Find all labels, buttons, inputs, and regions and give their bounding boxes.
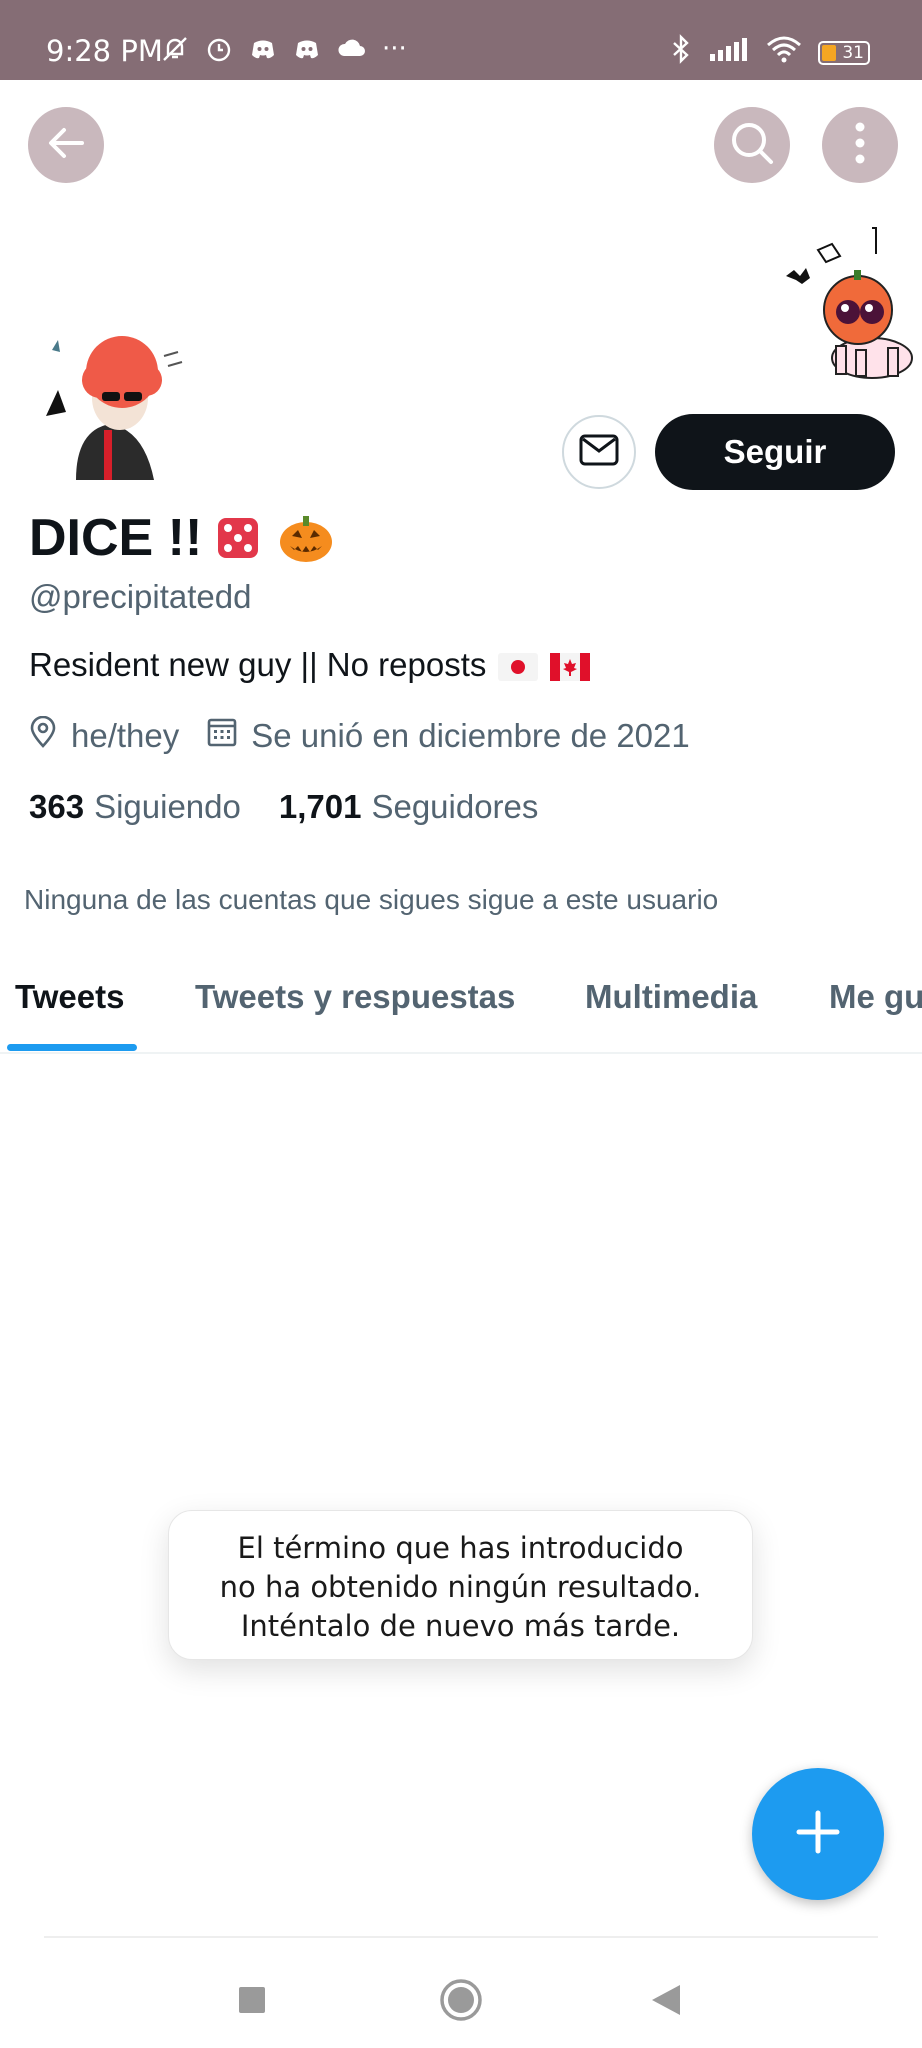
user-handle: @precipitatedd xyxy=(29,578,252,615)
jack-o-lantern-icon xyxy=(278,512,333,564)
active-tab-indicator xyxy=(7,1044,137,1051)
discord-icon xyxy=(292,34,322,71)
follow-button[interactable]: Seguir xyxy=(655,414,895,490)
compose-tweet-button[interactable] xyxy=(752,1768,884,1900)
game-die-icon xyxy=(214,512,266,564)
alarm-icon xyxy=(204,34,234,71)
following-count[interactable]: 363 xyxy=(29,788,84,826)
battery-level: 31 xyxy=(842,42,864,63)
muted-bell-icon xyxy=(160,34,190,71)
pronouns-item: he/they xyxy=(29,715,180,756)
toast-line-1: El término que has introducido xyxy=(237,1531,684,1565)
toast-line-3: Inténtalo de nuevo más tarde. xyxy=(240,1609,681,1643)
system-nav-bar xyxy=(0,1940,922,2048)
more-vertical-icon xyxy=(854,121,866,170)
tab-likes[interactable]: Me gu xyxy=(829,978,922,1016)
avatar[interactable] xyxy=(30,320,190,480)
more-options-button[interactable] xyxy=(822,107,898,183)
tab-media[interactable]: Multimedia xyxy=(585,978,757,1016)
triangle-back-icon xyxy=(650,1983,682,2022)
recents-button[interactable] xyxy=(222,1972,282,2032)
status-bar: 9:28 PM ··· 31 xyxy=(0,0,922,80)
bio: Resident new guy || No reposts xyxy=(29,646,591,684)
display-name: DICE !! xyxy=(29,508,333,568)
mutual-followers-note: Ninguna de las cuentas que sigues sigue … xyxy=(24,884,719,915)
following-label[interactable]: Siguiendo xyxy=(94,788,241,826)
tab-tweets-replies[interactable]: Tweets y respuestas xyxy=(195,978,515,1016)
display-name-text: DICE !! xyxy=(29,509,203,567)
discord-icon xyxy=(248,34,278,71)
signal-icon xyxy=(708,36,750,69)
home-button[interactable] xyxy=(431,1972,491,2032)
canada-flag-icon xyxy=(550,651,591,681)
status-right-icons: 31 xyxy=(670,34,870,71)
bio-text: Resident new guy || No reposts xyxy=(29,646,487,683)
joined-item: Se unió en diciembre de 2021 xyxy=(207,717,690,755)
profile-tabs: Tweets Tweets y respuestas Multimedia Me… xyxy=(0,960,922,1054)
home-circle-icon xyxy=(439,1978,483,2027)
banner-image[interactable] xyxy=(780,220,922,380)
followers-count[interactable]: 1,701 xyxy=(279,788,362,826)
back-nav-button[interactable] xyxy=(636,1972,696,2032)
plus-icon xyxy=(795,1809,841,1860)
pronouns-text: he/they xyxy=(71,717,180,754)
battery-icon: 31 xyxy=(818,40,870,65)
followers-label[interactable]: Seguidores xyxy=(371,788,538,826)
more-notifications-icon: ··· xyxy=(382,34,407,64)
bluetooth-icon xyxy=(670,34,692,71)
wifi-icon xyxy=(766,35,802,70)
tab-tweets[interactable]: Tweets xyxy=(15,978,124,1016)
square-icon xyxy=(237,1985,267,2020)
cloud-icon xyxy=(336,34,368,71)
location-pin-icon xyxy=(29,715,57,756)
search-button[interactable] xyxy=(714,107,790,183)
search-icon xyxy=(729,120,775,171)
arrow-left-icon xyxy=(44,121,88,170)
toast-line-2: no ha obtenido ningún resultado. xyxy=(219,1570,702,1604)
message-button[interactable] xyxy=(562,415,636,489)
follow-stats: 363 Siguiendo 1,701 Seguidores xyxy=(29,788,576,826)
status-time: 9:28 PM xyxy=(46,34,163,68)
calendar-icon xyxy=(207,717,237,755)
back-button[interactable] xyxy=(28,107,104,183)
status-left-icons: ··· xyxy=(160,34,407,71)
nav-divider xyxy=(44,1936,878,1938)
mail-icon xyxy=(579,434,619,471)
japan-flag-icon xyxy=(498,651,539,681)
joined-date: Se unió en diciembre de 2021 xyxy=(251,717,690,754)
error-toast: El término que has introducido no ha obt… xyxy=(168,1510,753,1660)
profile-meta: he/they Se unió en diciembre de 2021 xyxy=(29,715,718,756)
